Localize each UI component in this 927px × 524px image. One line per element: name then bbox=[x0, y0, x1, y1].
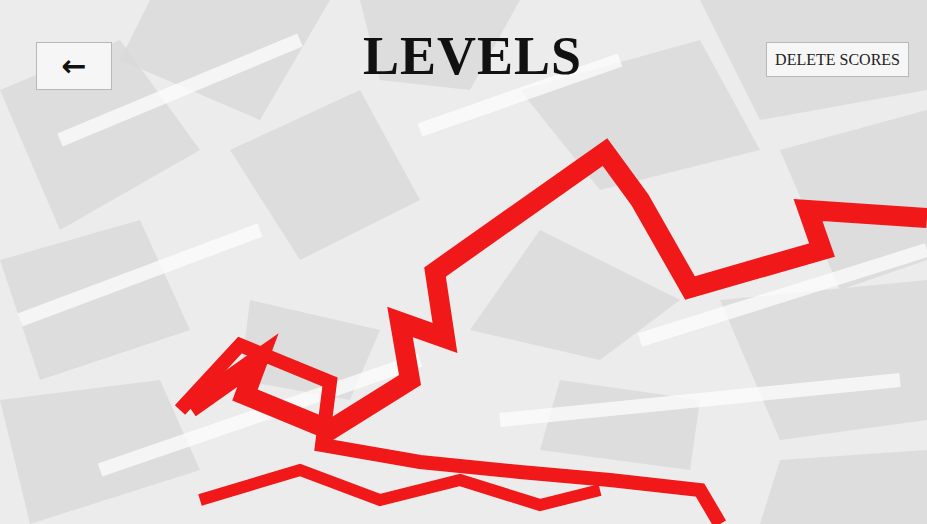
maze-wall bbox=[0, 220, 190, 380]
levels-screen: ← LEVELS DELETE SCORES bbox=[0, 0, 927, 524]
background-fill bbox=[0, 0, 927, 524]
maze-corridor bbox=[500, 380, 900, 420]
maze-path bbox=[190, 152, 927, 430]
back-arrow-icon: ← bbox=[61, 51, 86, 81]
back-button[interactable]: ← bbox=[36, 42, 112, 90]
title: LEVELS bbox=[363, 24, 582, 89]
delete-scores-button[interactable]: DELETE SCORES bbox=[766, 42, 909, 77]
maze-wall bbox=[760, 450, 927, 524]
maze-path-lower bbox=[180, 345, 720, 524]
header: ← LEVELS DELETE SCORES bbox=[0, 0, 927, 90]
maze-corridor bbox=[20, 230, 260, 320]
maze-path-bottom bbox=[200, 470, 600, 505]
maze-wall bbox=[700, 0, 927, 120]
maze-wall bbox=[540, 380, 700, 470]
